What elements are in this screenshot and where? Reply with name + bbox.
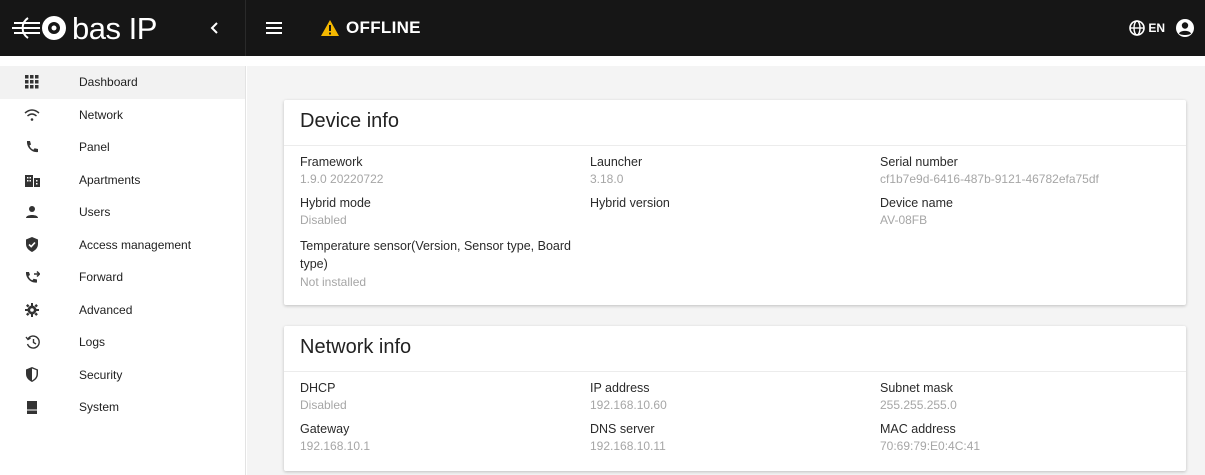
sidebar-item-label: Apartments bbox=[79, 172, 141, 187]
sidebar: Dashboard Network Panel Apartments Users bbox=[0, 66, 246, 475]
building-icon bbox=[24, 172, 40, 188]
card-title: Device info bbox=[300, 110, 399, 132]
person-icon bbox=[24, 204, 40, 220]
field-value: Not installed bbox=[300, 275, 367, 289]
shield-icon bbox=[24, 367, 40, 383]
gateway-field: Gateway 192.168.10.1 bbox=[300, 422, 370, 454]
top-bar: bas IP OFFLINE EN bbox=[0, 0, 1205, 56]
bas-ip-logo-icon bbox=[10, 14, 70, 42]
field-label: DNS server bbox=[590, 422, 655, 436]
warning-icon bbox=[321, 20, 339, 36]
mac-address-field: MAC address 70:69:79:E0:4C:41 bbox=[880, 422, 980, 454]
device-name-field: Device name AV-08FB bbox=[880, 196, 953, 228]
dns-server-field: DNS server 192.168.10.11 bbox=[590, 422, 666, 454]
sidebar-item-label: Advanced bbox=[79, 302, 133, 317]
sidebar-item-apartments[interactable]: Apartments bbox=[0, 164, 245, 197]
sidebar-item-label: Dashboard bbox=[79, 75, 138, 90]
field-label: Subnet mask bbox=[880, 381, 953, 395]
divider bbox=[284, 371, 1186, 372]
field-value: 255.255.255.0 bbox=[880, 398, 957, 412]
sidebar-item-label: Access management bbox=[79, 237, 192, 252]
launcher-field: Launcher 3.18.0 bbox=[590, 155, 642, 187]
field-value: 1.9.0 20220722 bbox=[300, 172, 384, 186]
menu-button[interactable] bbox=[266, 18, 288, 38]
globe-icon bbox=[1129, 20, 1146, 36]
shield-check-icon bbox=[24, 237, 40, 253]
user-circle-icon bbox=[1176, 19, 1194, 37]
sidebar-item-network[interactable]: Network bbox=[0, 99, 245, 132]
field-label: IP address bbox=[590, 381, 650, 395]
ip-address-field: IP address 192.168.10.60 bbox=[590, 381, 667, 413]
sd-card-icon bbox=[24, 399, 40, 415]
field-label: Hybrid mode bbox=[300, 196, 371, 210]
collapse-sidebar-button[interactable] bbox=[205, 18, 225, 38]
field-label: DHCP bbox=[300, 381, 336, 395]
hybrid-version-field: Hybrid version bbox=[590, 196, 670, 213]
sidebar-item-label: System bbox=[79, 400, 120, 415]
field-value: cf1b7e9d-6416-487b-9121-46782efa75df bbox=[880, 172, 1099, 186]
sidebar-item-label: Network bbox=[79, 107, 124, 122]
main-content: Device info Framework 1.9.0 20220722 Lau… bbox=[247, 66, 1205, 475]
field-value: Disabled bbox=[300, 213, 347, 227]
status-text: OFFLINE bbox=[346, 18, 421, 37]
sidebar-item-system[interactable]: System bbox=[0, 391, 245, 424]
chevron-left-icon bbox=[210, 22, 218, 34]
sidebar-item-panel[interactable]: Panel bbox=[0, 131, 245, 164]
sidebar-item-label: Users bbox=[79, 205, 111, 220]
card-title: Network info bbox=[300, 336, 412, 358]
serial-number-field: Serial number cf1b7e9d-6416-487b-9121-46… bbox=[880, 155, 1099, 187]
sidebar-item-logs[interactable]: Logs bbox=[0, 326, 245, 359]
divider bbox=[284, 145, 1186, 146]
framework-field: Framework 1.9.0 20220722 bbox=[300, 155, 383, 187]
sidebar-item-label: Forward bbox=[79, 270, 124, 285]
phone-forward-icon bbox=[24, 269, 40, 285]
field-value: Disabled bbox=[300, 398, 347, 412]
sidebar-item-label: Logs bbox=[79, 335, 106, 350]
field-label: MAC address bbox=[880, 422, 956, 436]
field-value: 3.18.0 bbox=[590, 172, 624, 186]
hamburger-icon bbox=[266, 22, 282, 24]
field-label: Gateway bbox=[300, 422, 350, 436]
sidebar-item-label: Panel bbox=[79, 140, 110, 155]
phone-icon bbox=[24, 139, 40, 155]
sidebar-item-users[interactable]: Users bbox=[0, 196, 245, 229]
temperature-sensor-field: Temperature sensor(Version, Sensor type,… bbox=[300, 237, 590, 290]
dhcp-field: DHCP Disabled bbox=[300, 381, 347, 413]
sidebar-item-advanced[interactable]: Advanced bbox=[0, 294, 245, 327]
field-label: Framework bbox=[300, 155, 363, 169]
field-value: AV-08FB bbox=[880, 213, 928, 227]
field-label: Launcher bbox=[590, 155, 643, 169]
field-label: Device name bbox=[880, 196, 953, 210]
network-info-card: Network info DHCP Disabled IP address 19… bbox=[284, 326, 1186, 471]
field-value: 70:69:79:E0:4C:41 bbox=[880, 439, 981, 453]
field-label: Serial number bbox=[880, 155, 958, 169]
sidebar-item-security[interactable]: Security bbox=[0, 359, 245, 392]
logo-text: bas IP bbox=[72, 10, 157, 46]
grid-icon bbox=[24, 74, 40, 90]
sidebar-item-forward[interactable]: Forward bbox=[0, 261, 245, 294]
field-value: 192.168.10.60 bbox=[590, 398, 667, 412]
hybrid-mode-field: Hybrid mode Disabled bbox=[300, 196, 371, 228]
field-label: Hybrid version bbox=[590, 196, 670, 210]
history-icon bbox=[24, 334, 40, 350]
user-account-button[interactable] bbox=[1173, 16, 1197, 40]
wifi-icon bbox=[24, 107, 40, 123]
connection-status: OFFLINE bbox=[320, 18, 421, 38]
gear-icon bbox=[24, 302, 40, 318]
device-info-card: Device info Framework 1.9.0 20220722 Lau… bbox=[284, 100, 1186, 305]
sidebar-item-access-management[interactable]: Access management bbox=[0, 229, 245, 262]
sidebar-item-dashboard[interactable]: Dashboard bbox=[0, 66, 245, 99]
subnet-mask-field: Subnet mask 255.255.255.0 bbox=[880, 381, 957, 413]
field-label: Temperature sensor(Version, Sensor type,… bbox=[300, 239, 571, 271]
field-value: 192.168.10.1 bbox=[300, 439, 371, 453]
field-value: 192.168.10.11 bbox=[590, 439, 666, 453]
sidebar-item-label: Security bbox=[79, 367, 123, 382]
language-selector[interactable]: EN bbox=[1129, 20, 1165, 36]
language-label: EN bbox=[1148, 21, 1165, 35]
brand: bas IP bbox=[0, 0, 246, 56]
